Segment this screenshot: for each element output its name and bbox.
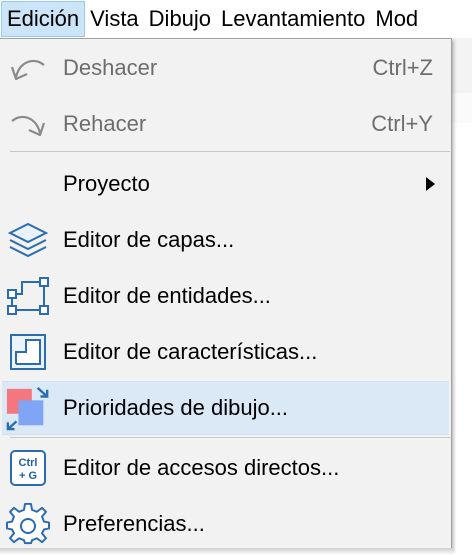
menu-separator <box>10 437 450 438</box>
menu-item-layers-editor[interactable]: Editor de capas... <box>2 213 449 267</box>
menu-item-label: Editor de accesos directos... <box>63 455 340 480</box>
menu-item-label: Rehacer <box>63 111 147 136</box>
menu-item-preferences[interactable]: Preferencias... <box>2 497 449 551</box>
menu-modificar[interactable]: Mod <box>370 1 423 37</box>
background-toolbar <box>452 38 472 94</box>
menu-item-entities-editor[interactable]: Editor de entidades... <box>2 269 449 323</box>
draw-priority-icon <box>5 385 51 431</box>
menu-item-features-editor[interactable]: Editor de características... <box>2 325 449 379</box>
menu-item-label: Editor de características... <box>63 339 318 364</box>
menu-item-shortcut: Ctrl+Y <box>371 111 433 136</box>
menu-item-redo[interactable]: Rehacer Ctrl+Y <box>2 97 449 151</box>
menu-separator <box>10 151 450 152</box>
gear-icon <box>5 501 51 547</box>
menu-item-label: Editor de capas... <box>63 227 235 252</box>
menu-vista[interactable]: Vista <box>85 1 144 37</box>
menu-item-label: Prioridades de dibujo... <box>63 395 289 420</box>
menubar: Edición Vista Dibujo Levantamiento Mod <box>0 0 472 38</box>
menu-edicion[interactable]: Edición <box>1 1 86 37</box>
entities-icon <box>5 273 51 319</box>
layers-icon <box>5 217 51 263</box>
menu-item-label: Editor de entidades... <box>63 283 271 308</box>
menu-item-undo[interactable]: Deshacer Ctrl+Z <box>2 41 449 95</box>
undo-icon <box>5 45 51 91</box>
menu-item-shortcut: Ctrl+Z <box>372 55 434 80</box>
redo-icon <box>5 101 51 147</box>
menu-item-label: Preferencias... <box>63 511 205 536</box>
submenu-arrow-icon <box>426 177 435 191</box>
menu-levantamiento[interactable]: Levantamiento <box>216 1 370 37</box>
menu-shadow <box>0 548 453 555</box>
menu-item-label: Proyecto <box>63 171 150 196</box>
edit-menu-dropdown: Deshacer Ctrl+Z Rehacer Ctrl+Y Proyecto … <box>0 38 452 550</box>
shortcut-icon-text-ctrl: Ctrl <box>19 457 38 469</box>
menu-item-project[interactable]: Proyecto <box>2 157 449 211</box>
keyboard-shortcut-icon: Ctrl + G <box>5 445 51 491</box>
menu-item-shortcuts-editor[interactable]: Ctrl + G Editor de accesos directos... <box>2 441 449 495</box>
shortcut-icon-text-g: + G <box>19 470 37 482</box>
menu-item-label: Deshacer <box>63 55 158 80</box>
background-canvas <box>452 123 472 555</box>
background-panel <box>452 93 472 124</box>
menu-dibujo[interactable]: Dibujo <box>144 1 216 37</box>
menu-item-draw-priorities[interactable]: Prioridades de dibujo... <box>2 381 449 435</box>
features-icon <box>5 329 51 375</box>
